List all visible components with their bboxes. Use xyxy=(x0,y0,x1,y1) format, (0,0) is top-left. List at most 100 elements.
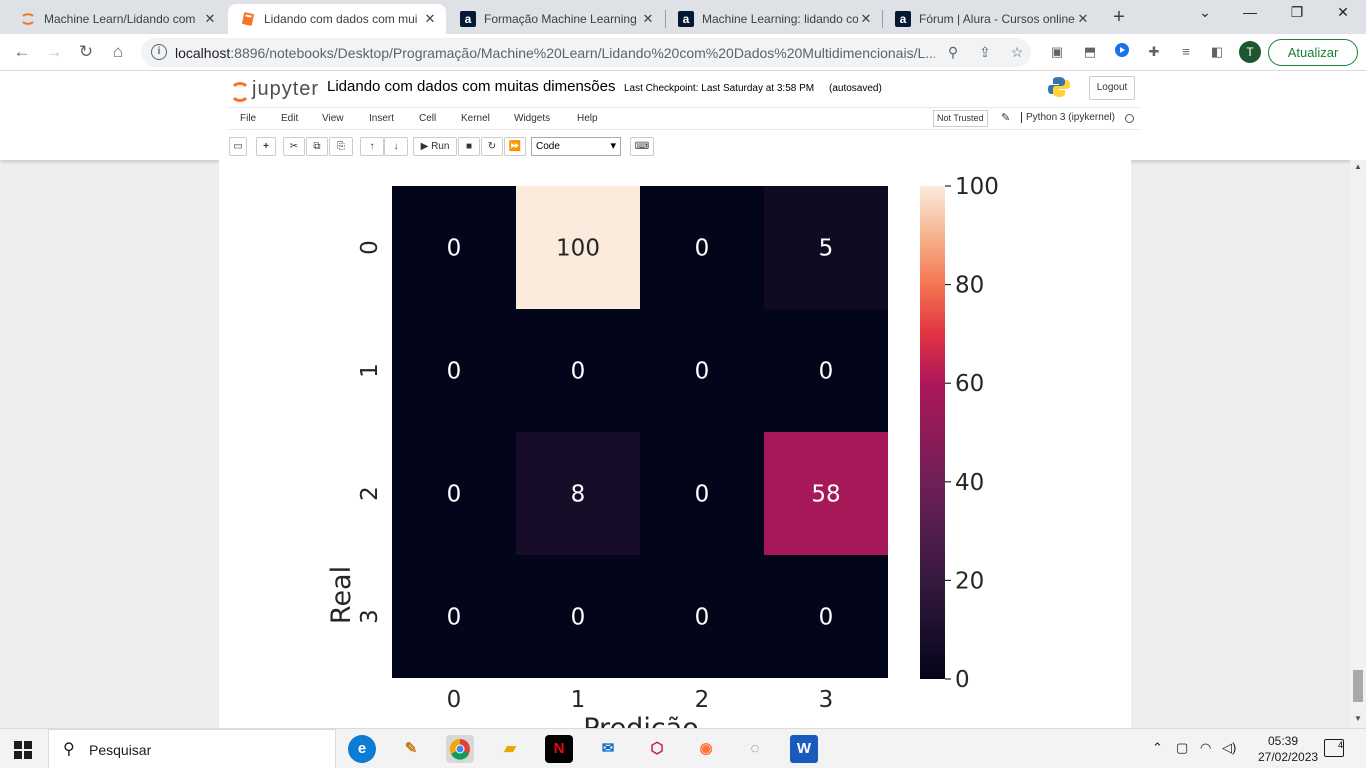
cell-value-label: 0 xyxy=(447,482,462,508)
run-button[interactable]: ▶ Run xyxy=(413,137,457,156)
move-up-icon[interactable]: ↑ xyxy=(360,137,384,156)
site-info-icon[interactable]: i xyxy=(151,44,167,60)
scrollbar-thumb[interactable] xyxy=(1353,670,1363,702)
firefox-icon[interactable]: ◉ xyxy=(692,735,720,763)
jupyter-logo[interactable]: jupyter xyxy=(230,78,319,102)
url-host: localhost xyxy=(175,45,231,61)
close-icon[interactable]: ✕ xyxy=(640,11,656,27)
menu-cell[interactable]: Cell xyxy=(419,113,436,124)
command-palette-icon[interactable]: ⌨ xyxy=(630,137,654,156)
heatmap-cells: 0 100 0 5 0 0 0 0 0 8 0 58 0 0 0 0 xyxy=(392,186,888,678)
save-icon[interactable]: ▭ xyxy=(229,137,247,156)
menu-edit[interactable]: Edit xyxy=(281,113,298,124)
stop-icon[interactable]: ■ xyxy=(458,137,480,156)
extension-icon[interactable]: ▣ xyxy=(1047,42,1067,62)
close-icon[interactable]: ✕ xyxy=(1075,11,1091,27)
menu-view[interactable]: View xyxy=(322,113,344,124)
close-window-icon[interactable]: ✕ xyxy=(1331,4,1355,26)
edge-icon[interactable]: e xyxy=(348,735,376,763)
y-axis-label: Real xyxy=(326,566,357,624)
puzzle-extensions-icon[interactable]: ✚ xyxy=(1144,42,1164,62)
page-scrollbar[interactable]: ▲ ▼ xyxy=(1350,160,1366,728)
scroll-down-icon[interactable]: ▼ xyxy=(1354,714,1362,723)
trust-button[interactable]: Not Trusted xyxy=(933,110,988,127)
media-extension-icon[interactable] xyxy=(1112,42,1132,62)
taskbar-search[interactable]: ⚲ Pesquisar xyxy=(48,729,336,768)
tab-formacao-machine-learning[interactable]: a Formação Machine Learning ✕ xyxy=(448,4,664,34)
zoom-icon[interactable]: ⚲ xyxy=(943,42,963,62)
minimize-icon[interactable]: — xyxy=(1238,4,1262,26)
volume-icon[interactable]: ◁) xyxy=(1222,740,1236,756)
browser-tab-strip: Machine Learn/Lidando com ✕ Lidando com … xyxy=(0,0,1366,34)
profile-avatar[interactable]: T xyxy=(1239,41,1261,63)
url-path: :8896/notebooks/Desktop/Programação/Mach… xyxy=(230,45,935,61)
y-tick-labels: 0 1 2 3 xyxy=(357,240,383,624)
new-tab-button[interactable]: + xyxy=(1108,7,1130,29)
side-panel-icon[interactable]: ◧ xyxy=(1207,42,1227,62)
cell-value-label: 0 xyxy=(695,236,710,262)
menu-help[interactable]: Help xyxy=(577,113,598,124)
taskbar-clock[interactable]: 05:39 27/02/2023 xyxy=(1258,733,1318,765)
tab-lidando-com-dados[interactable]: Lidando com dados com mui ✕ xyxy=(228,4,446,34)
close-icon[interactable]: ✕ xyxy=(202,11,218,27)
clock-time: 05:39 xyxy=(1267,734,1299,748)
colorbar-tick-label: 80 xyxy=(955,273,984,299)
tab-search-icon[interactable]: ⌄ xyxy=(1193,4,1217,26)
notebook-menubar: File Edit View Insert Cell Kernel Widget… xyxy=(229,107,1139,130)
notebook-name[interactable]: Lidando com dados com muitas dimensões xyxy=(327,78,616,95)
cell-value-label: 0 xyxy=(571,359,586,385)
update-button[interactable]: Atualizar xyxy=(1268,39,1358,66)
wifi-icon[interactable]: ◠ xyxy=(1200,740,1211,756)
home-icon[interactable]: ⌂ xyxy=(106,40,130,64)
jupyter-logo-icon xyxy=(230,80,250,102)
notifications-icon[interactable]: 4 xyxy=(1324,739,1344,757)
menu-file[interactable]: File xyxy=(240,113,256,124)
reading-list-icon[interactable]: ≡ xyxy=(1176,42,1196,62)
restart-run-all-icon[interactable]: ⏩ xyxy=(504,137,526,156)
kernel-idle-indicator-icon xyxy=(1125,114,1134,123)
close-icon[interactable]: ✕ xyxy=(422,11,438,27)
close-icon[interactable]: ✕ xyxy=(858,11,874,27)
windows-taskbar: ⚲ Pesquisar e ✎ ▰ N ✉ ⬡ ◉ ◌ W ⌃ ▢ ◠ ◁) 0… xyxy=(0,728,1366,768)
restore-icon[interactable]: ❐ xyxy=(1285,4,1309,26)
pdf-extension-icon[interactable]: ⬒ xyxy=(1080,42,1100,62)
restart-icon[interactable]: ↻ xyxy=(481,137,503,156)
tab-title: Fórum | Alura - Cursos online xyxy=(919,12,1075,26)
meet-now-icon[interactable]: ▢ xyxy=(1176,740,1188,756)
copy-icon[interactable]: ⧉ xyxy=(306,137,328,156)
chrome-icon[interactable] xyxy=(446,735,474,763)
insert-cell-icon[interactable]: + xyxy=(256,137,276,156)
scroll-up-icon[interactable]: ▲ xyxy=(1354,162,1362,171)
tab-title: Lidando com dados com mui xyxy=(264,12,418,26)
mail-icon[interactable]: ✉ xyxy=(594,735,622,763)
word-icon[interactable]: W xyxy=(790,735,818,763)
paint-icon[interactable]: ✎ xyxy=(397,735,425,763)
menu-widgets[interactable]: Widgets xyxy=(514,113,550,124)
reload-icon[interactable]: ↻ xyxy=(74,40,98,64)
menu-insert[interactable]: Insert xyxy=(369,113,394,124)
address-bar[interactable]: i localhost:8896/notebooks/Desktop/Progr… xyxy=(141,38,1031,67)
edit-pencil-icon[interactable]: ✎ xyxy=(1001,111,1010,124)
colorbar-tick-label: 40 xyxy=(955,470,984,496)
netflix-icon[interactable]: N xyxy=(545,735,573,763)
forward-icon[interactable]: → xyxy=(42,40,66,64)
show-hidden-icons-icon[interactable]: ⌃ xyxy=(1152,740,1163,756)
cell-type-select[interactable]: Code xyxy=(531,137,621,156)
logout-button[interactable]: Logout xyxy=(1089,76,1135,100)
paste-icon[interactable]: ⎘ xyxy=(329,137,353,156)
refresh-app-icon[interactable]: ◌ xyxy=(741,735,769,763)
windows-start-icon[interactable] xyxy=(14,741,32,759)
bookmark-star-icon[interactable]: ☆ xyxy=(1007,42,1027,62)
x-tick-labels: 0 1 2 3 xyxy=(447,687,834,713)
menu-kernel[interactable]: Kernel xyxy=(461,113,490,124)
tab-machine-learn[interactable]: Machine Learn/Lidando com ✕ xyxy=(8,4,226,34)
url-text[interactable]: localhost:8896/notebooks/Desktop/Program… xyxy=(175,45,935,61)
move-down-icon[interactable]: ↓ xyxy=(384,137,408,156)
cut-icon[interactable]: ✂ xyxy=(283,137,305,156)
tab-forum-alura[interactable]: a Fórum | Alura - Cursos online ✕ xyxy=(883,4,1099,34)
tab-machine-learning-lidando[interactable]: a Machine Learning: lidando co ✕ xyxy=(666,4,882,34)
share-icon[interactable]: ⇪ xyxy=(975,42,995,62)
back-icon[interactable]: ← xyxy=(10,40,34,64)
dev-app-icon[interactable]: ⬡ xyxy=(643,735,671,763)
file-explorer-icon[interactable]: ▰ xyxy=(496,735,524,763)
